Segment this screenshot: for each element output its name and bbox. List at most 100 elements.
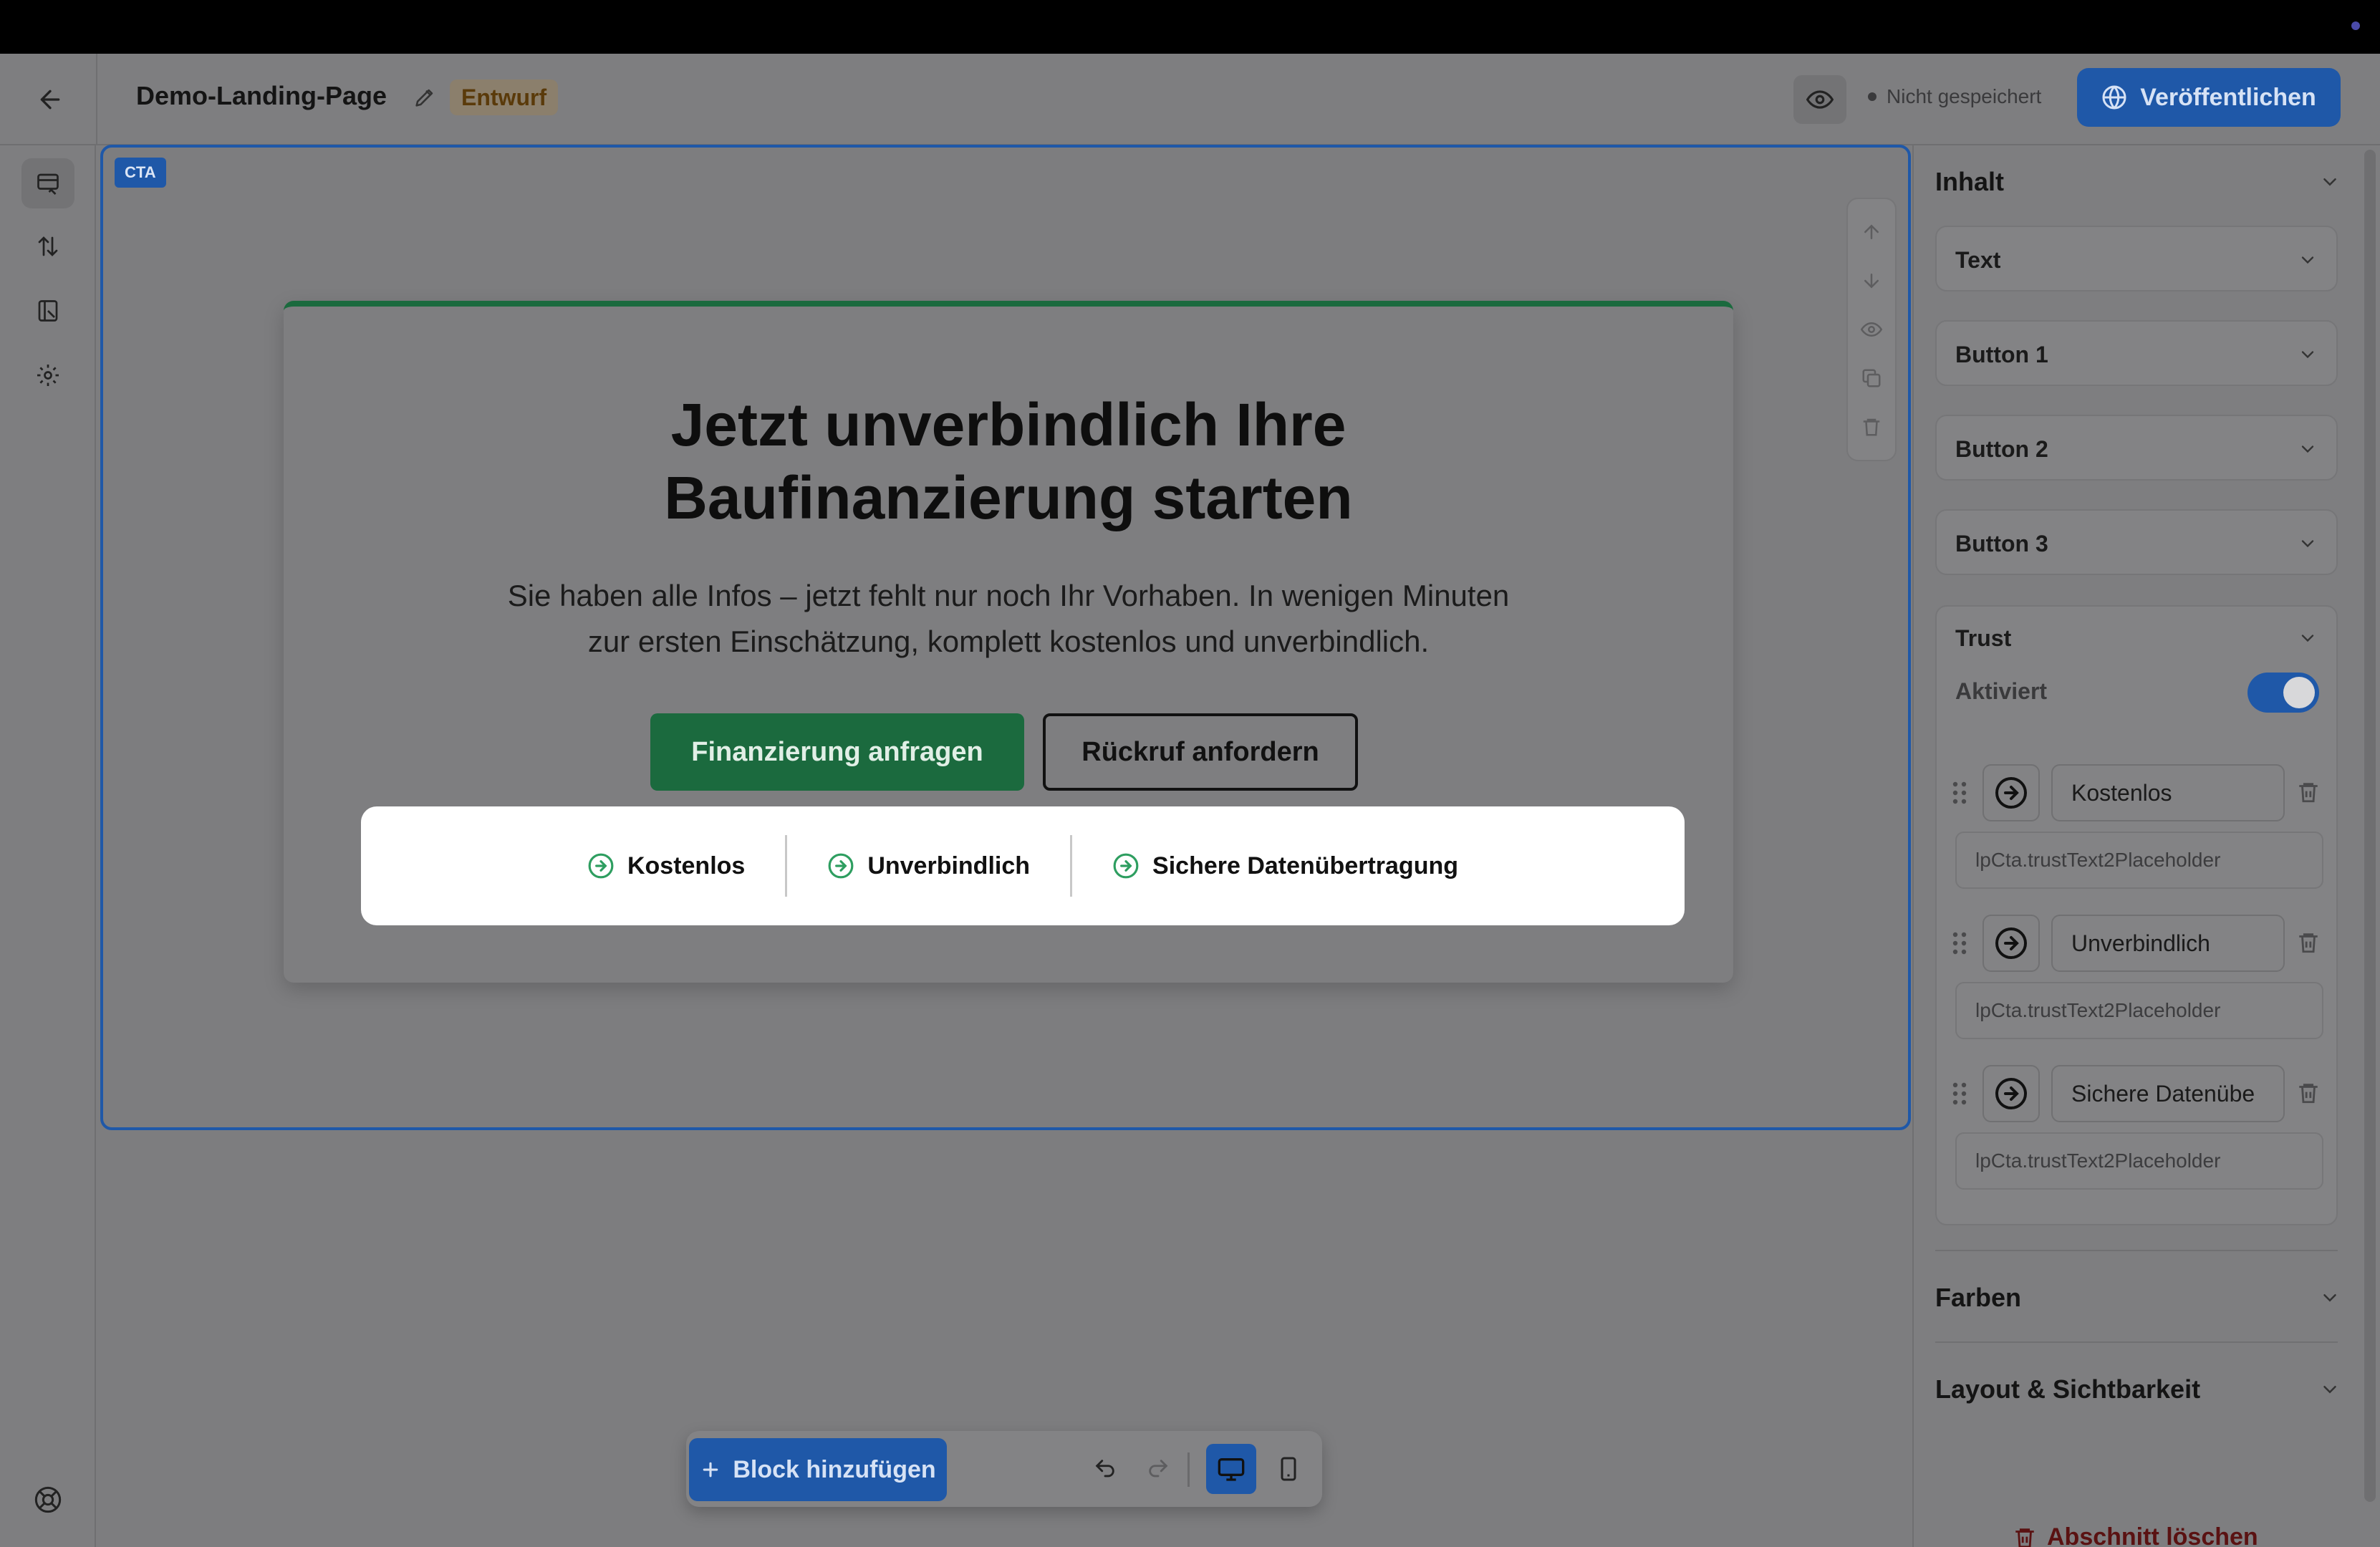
drag-handle-icon[interactable]: [1951, 1081, 1968, 1107]
trust-item-label: Unverbindlich: [867, 852, 1031, 879]
lifebuoy-icon: [34, 1486, 62, 1513]
trust-secondary-input[interactable]: lpCta.trustText2Placeholder: [1955, 832, 2323, 889]
left-tool-rail: [0, 145, 96, 1547]
cta-subtext-line1: Sie haben alle Infos – jetzt fehlt nur n…: [507, 579, 1510, 612]
back-button[interactable]: [29, 78, 72, 121]
copy-icon[interactable]: [1861, 367, 1882, 389]
rail-reorder-button[interactable]: [21, 221, 74, 271]
arrow-circle-right-icon: [1995, 927, 2027, 959]
accordion-button-2[interactable]: Button 2: [1935, 415, 2338, 481]
publish-label: Veröffentlichen: [2140, 83, 2316, 111]
undo-button[interactable]: [1083, 1447, 1127, 1491]
trust-icon-picker[interactable]: [1982, 915, 2040, 972]
trust-text-input[interactable]: Kostenlos: [2051, 764, 2285, 821]
accordion-label: Button 1: [1955, 342, 2048, 367]
trust-text-input[interactable]: Unverbindlich: [2051, 915, 2285, 972]
pencil-icon[interactable]: [413, 85, 437, 113]
page-title[interactable]: Demo-Landing-Page: [136, 81, 387, 111]
trust-secondary-input[interactable]: lpCta.trustText2Placeholder: [1955, 982, 2323, 1039]
properties-panel: Inhalt Text Button 1 Button 2 Button 3 T…: [1912, 145, 2380, 1547]
layout-edit-icon: [37, 173, 59, 195]
trash-icon[interactable]: [1861, 416, 1882, 438]
sort-arrows-icon: [38, 236, 58, 256]
trust-icon-picker[interactable]: [1982, 764, 2040, 821]
undo-icon: [1095, 1460, 1114, 1478]
trust-secondary-input[interactable]: lpCta.trustText2Placeholder: [1955, 1132, 2323, 1190]
chevron-down-icon[interactable]: [2319, 1287, 2341, 1309]
save-status: Nicht gespeichert: [1868, 85, 2041, 108]
globe-icon: [2102, 85, 2126, 110]
trash-icon: [2015, 1528, 2034, 1547]
preview-button[interactable]: [1793, 75, 1846, 124]
trust-bar: Kostenlos Unverbindlich Sichere Datenübe…: [361, 806, 1685, 925]
chevron-down-icon[interactable]: [2298, 628, 2318, 648]
status-badge: Entwurf: [450, 79, 559, 115]
publish-button[interactable]: Veröffentlichen: [2077, 68, 2341, 127]
trust-item: Unverbindlich: [787, 852, 1070, 880]
trash-icon[interactable]: [2296, 780, 2321, 804]
monitor-icon: [1218, 1458, 1245, 1481]
arrow-up-icon[interactable]: [1861, 221, 1882, 243]
block-tools: [1846, 198, 1897, 461]
toolbar-divider: [1187, 1452, 1190, 1487]
financing-request-button[interactable]: Finanzierung anfragen: [650, 713, 1024, 791]
panel-scrollbar[interactable]: [2364, 150, 2376, 1502]
chevron-down-icon: [2301, 351, 2314, 359]
trash-icon[interactable]: [2296, 1081, 2321, 1105]
rail-blocks-button[interactable]: [21, 158, 74, 208]
trust-item: Sichere Datenübertragung: [1072, 852, 1498, 880]
accordion-label: Text: [1955, 247, 2001, 273]
delete-section-label: Abschnitt löschen: [2047, 1523, 2258, 1547]
toggle-knob: [2283, 677, 2315, 708]
redo-icon: [1149, 1460, 1168, 1478]
add-block-label: Block hinzufügen: [733, 1455, 936, 1483]
chevron-down-icon[interactable]: [2319, 1379, 2341, 1400]
delete-section-button[interactable]: Abschnitt löschen: [2013, 1523, 2258, 1547]
rail-theme-button[interactable]: [21, 286, 74, 336]
panel-divider: [1935, 1250, 2338, 1251]
redo-button[interactable]: [1136, 1447, 1180, 1491]
drag-handle-icon[interactable]: [1951, 780, 1968, 806]
trust-item: Kostenlos: [547, 852, 785, 880]
section-content-title[interactable]: Inhalt: [1935, 167, 2004, 197]
section-colors-title[interactable]: Farben: [1935, 1283, 2021, 1313]
mobile-view-button[interactable]: [1266, 1447, 1311, 1491]
plus-icon: [703, 1462, 718, 1478]
system-top-bar: [0, 0, 2380, 54]
chevron-down-icon[interactable]: [2319, 171, 2341, 193]
callback-request-button[interactable]: Rückruf anfordern: [1043, 713, 1358, 791]
palette-book-icon: [38, 300, 58, 322]
accordion-button-3[interactable]: Button 3: [1935, 509, 2338, 575]
add-block-button[interactable]: Block hinzufügen: [689, 1438, 947, 1501]
arrow-left-icon: [40, 90, 60, 110]
activated-label: Aktiviert: [1955, 678, 2048, 704]
arrow-down-icon[interactable]: [1861, 270, 1882, 291]
activated-toggle[interactable]: [2247, 673, 2319, 713]
arrow-circle-right-icon: [1113, 853, 1139, 879]
rail-settings-button[interactable]: [21, 350, 74, 400]
section-layout-title[interactable]: Layout & Sichtbarkeit: [1935, 1374, 2200, 1404]
eye-icon[interactable]: [1861, 319, 1882, 340]
trash-icon[interactable]: [2296, 930, 2321, 955]
selected-block-frame[interactable]: CTA Jetzt unverbindlich Ihre Baufinanzie…: [100, 145, 1911, 1130]
trust-text-input[interactable]: Sichere Datenübe: [2051, 1065, 2285, 1122]
desktop-view-button[interactable]: [1206, 1444, 1256, 1494]
rail-help-button[interactable]: [21, 1475, 74, 1525]
accordion-trust: Trust Aktiviert Kostenlos lpCta.trustTex…: [1935, 605, 2338, 1225]
trust-icon-picker[interactable]: [1982, 1065, 2040, 1122]
editor-header: Demo-Landing-Page Entwurf Nicht gespeich…: [0, 54, 2380, 145]
accordion-text[interactable]: Text: [1935, 226, 2338, 291]
trust-row: Kostenlos: [1951, 764, 2323, 821]
save-status-dot: [1868, 92, 1876, 101]
accordion-label: Button 2: [1955, 436, 2048, 462]
cta-heading-line1: Jetzt unverbindlich Ihre: [670, 391, 1346, 458]
arrow-circle-right-icon: [1995, 1078, 2027, 1109]
bottom-toolbar: Block hinzufügen: [686, 1431, 1322, 1507]
accordion-button-1[interactable]: Button 1: [1935, 320, 2338, 386]
drag-handle-icon[interactable]: [1951, 930, 1968, 956]
trust-section-title[interactable]: Trust: [1955, 625, 2011, 652]
cta-subtext[interactable]: Sie haben alle Infos – jetzt fehlt nur n…: [427, 573, 1590, 665]
cta-heading[interactable]: Jetzt unverbindlich Ihre Baufinanzierung…: [284, 388, 1733, 534]
cta-heading-line2: Baufinanzierung starten: [664, 464, 1353, 531]
eye-icon: [1806, 90, 1834, 109]
